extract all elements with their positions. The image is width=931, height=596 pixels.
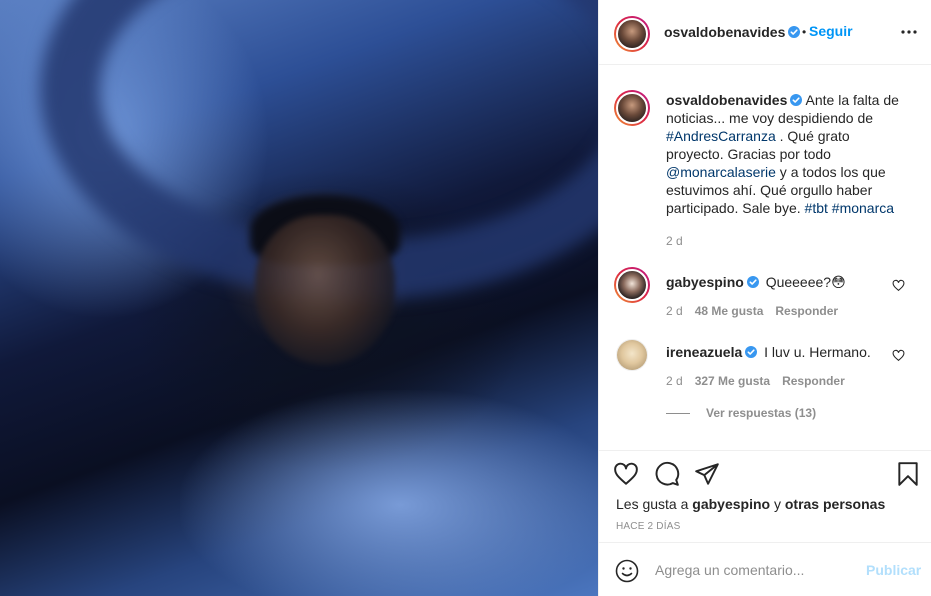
commenter-username[interactable]: ireneazuela xyxy=(666,344,742,360)
comments-section: osvaldobenavides Ante la falta de notici… xyxy=(599,66,931,450)
emoji-icon[interactable] xyxy=(615,559,639,583)
hashtag-link[interactable]: #AndresCarranza xyxy=(666,128,776,144)
verified-icon xyxy=(745,346,758,358)
comment-text: Queeeee?😳 xyxy=(765,274,846,290)
likes-others-link[interactable]: otras personas xyxy=(785,496,885,512)
comment-meta: 2 d 48 Me gusta Responder xyxy=(666,304,838,318)
comment-likes[interactable]: 48 Me gusta xyxy=(695,304,764,318)
hashtag-link[interactable]: #monarca xyxy=(832,200,894,216)
separator-dot: • xyxy=(802,25,807,39)
comment-input[interactable] xyxy=(655,559,855,581)
post-caption: osvaldobenavides Ante la falta de notici… xyxy=(666,91,911,217)
comment-heart-icon[interactable] xyxy=(892,349,905,362)
view-replies-button[interactable]: Ver respuestas (13) xyxy=(666,406,816,420)
action-bar: Les gusta a gabyespino y otras personas … xyxy=(599,450,931,542)
likes-summary: Les gusta a gabyespino y otras personas xyxy=(616,496,885,512)
replies-divider-line xyxy=(666,413,690,415)
author-avatar[interactable] xyxy=(614,16,650,52)
comment-time[interactable]: 2 d xyxy=(666,374,683,388)
likes-mid: y xyxy=(770,496,785,512)
publish-button[interactable]: Publicar xyxy=(866,562,921,578)
reply-button[interactable]: Responder xyxy=(782,374,845,388)
view-replies-label: Ver respuestas (13) xyxy=(706,406,817,420)
likes-user-link[interactable]: gabyespino xyxy=(692,496,770,512)
heart-icon[interactable] xyxy=(613,461,639,487)
comment-heart-icon[interactable] xyxy=(892,279,905,292)
comment-icon[interactable] xyxy=(654,461,680,487)
post-header: osvaldobenavides • Seguir xyxy=(599,0,931,65)
comment-body: gabyespino Queeeee?😳 xyxy=(666,274,846,291)
caption-time[interactable]: 2 d xyxy=(666,234,683,248)
comment-meta: 2 d 327 Me gusta Responder xyxy=(666,374,845,388)
add-comment-bar: Publicar xyxy=(599,542,931,596)
comment-time[interactable]: 2 d xyxy=(666,304,683,318)
author-name-row: osvaldobenavides xyxy=(664,24,801,40)
follow-button[interactable]: Seguir xyxy=(809,23,853,39)
comment-body: ireneazuela I luv u. Hermano. xyxy=(666,344,871,360)
bookmark-icon[interactable] xyxy=(895,461,921,487)
post-timestamp[interactable]: HACE 2 DÍAS xyxy=(616,521,680,532)
mention-link[interactable]: @monarcalaserie xyxy=(666,164,776,180)
commenter-username[interactable]: gabyespino xyxy=(666,274,744,290)
likes-prefix: Les gusta a xyxy=(616,496,693,512)
photo-face xyxy=(255,215,395,365)
hashtag-link[interactable]: #tbt xyxy=(805,200,828,216)
commenter-avatar[interactable] xyxy=(616,339,648,371)
post-side-panel: osvaldobenavides • Seguir osvaldobenavid… xyxy=(598,0,931,596)
caption-author-username[interactable]: osvaldobenavides xyxy=(666,92,787,108)
photo-blur-bottom xyxy=(180,390,598,596)
verified-icon xyxy=(790,94,803,106)
caption-author-avatar[interactable] xyxy=(614,90,650,126)
more-options-icon[interactable] xyxy=(895,22,923,42)
comment-text: I luv u. Hermano. xyxy=(764,344,871,360)
reply-button[interactable]: Responder xyxy=(775,304,838,318)
verified-icon xyxy=(788,26,801,38)
share-icon[interactable] xyxy=(694,461,720,487)
verified-icon xyxy=(746,276,759,288)
commenter-avatar[interactable] xyxy=(614,267,650,303)
post-photo[interactable] xyxy=(0,0,598,596)
comment-likes[interactable]: 327 Me gusta xyxy=(695,374,770,388)
author-username[interactable]: osvaldobenavides xyxy=(664,24,785,40)
